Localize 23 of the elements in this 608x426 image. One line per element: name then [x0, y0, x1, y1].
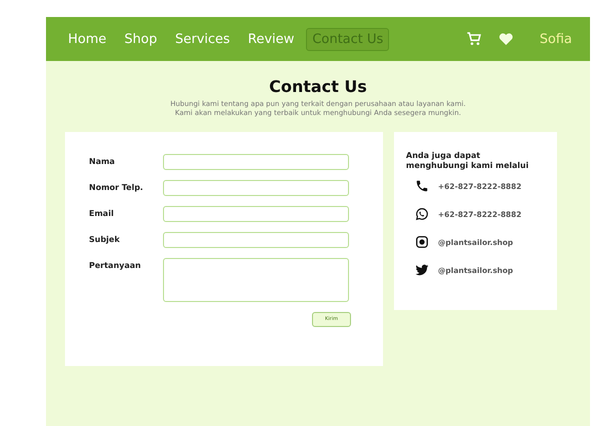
instagram-icon — [415, 235, 429, 250]
contact-intro: Anda juga dapat menghubungi kami melalui — [406, 150, 530, 172]
phone-icon — [415, 179, 429, 194]
page-title: Contact Us — [268, 77, 368, 96]
nav-link[interactable]: Services — [169, 28, 236, 50]
input-field[interactable] — [163, 232, 349, 248]
whatsapp-icon — [415, 207, 429, 222]
field-label: Pertanyaan — [89, 260, 142, 272]
nav-link[interactable]: Review — [242, 28, 300, 50]
nav-link[interactable]: Home — [62, 28, 112, 50]
field-label: Subjek — [89, 234, 121, 246]
input-field[interactable] — [163, 154, 349, 170]
cart-icon[interactable] — [466, 31, 482, 47]
twitter-icon — [415, 263, 429, 278]
field-label: Nomor Telp. — [89, 182, 144, 194]
question-field[interactable] — [163, 258, 349, 302]
field-label: Email — [89, 208, 115, 220]
heart-icon[interactable] — [498, 31, 514, 47]
input-field[interactable] — [163, 180, 349, 196]
field-label: Nama — [89, 156, 116, 168]
nav-link[interactable]: Shop — [118, 28, 164, 50]
input-field[interactable] — [163, 206, 349, 222]
user-name[interactable]: Sofia — [540, 32, 572, 46]
